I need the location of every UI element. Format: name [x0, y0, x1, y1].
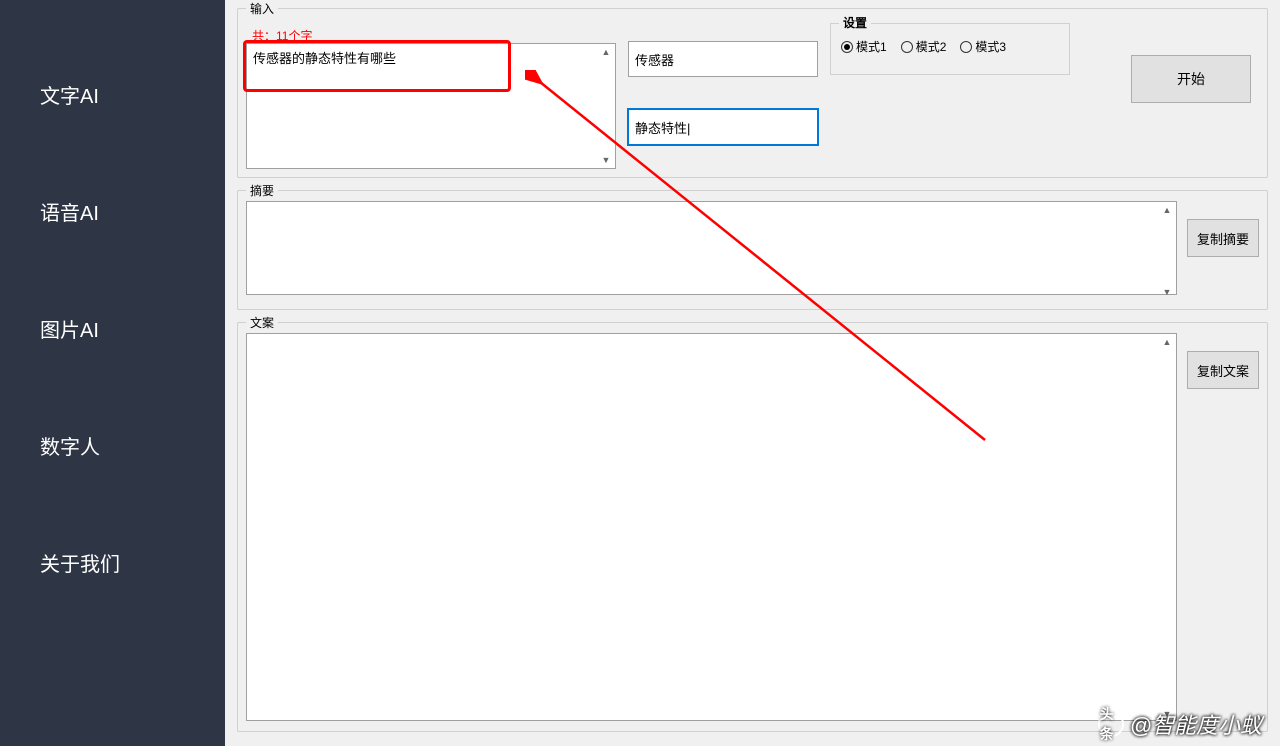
- settings-group-label: 设置: [839, 14, 871, 31]
- radio-icon: [841, 41, 853, 53]
- sidebar: 文字AI 语音AI 图片AI 数字人 关于我们: [0, 0, 225, 746]
- summary-group-label: 摘要: [246, 182, 278, 199]
- mode-2-radio[interactable]: 模式2: [901, 38, 947, 55]
- char-count-label: 共：11个字: [252, 27, 312, 44]
- sidebar-item-digital-human[interactable]: 数字人: [0, 411, 225, 480]
- content-group-label: 文案: [246, 314, 278, 331]
- scroll-down-icon[interactable]: ▼: [1160, 707, 1174, 721]
- sidebar-item-text-ai[interactable]: 文字AI: [0, 60, 225, 129]
- content-textarea[interactable]: [246, 333, 1177, 721]
- sidebar-item-image-ai[interactable]: 图片AI: [0, 294, 225, 363]
- input-group-label: 输入: [246, 0, 278, 17]
- mode-radio-row: 模式1 模式2 模式3: [841, 38, 1059, 55]
- keyword-input-2[interactable]: [628, 109, 818, 145]
- mode-1-radio[interactable]: 模式1: [841, 38, 887, 55]
- summary-textarea[interactable]: [246, 201, 1177, 295]
- scroll-down-icon[interactable]: ▼: [599, 153, 613, 167]
- copy-summary-button[interactable]: 复制摘要: [1187, 219, 1259, 257]
- main-input-wrap: ▲ ▼: [246, 43, 616, 169]
- keyword-inputs: [628, 19, 818, 169]
- copy-content-button[interactable]: 复制文案: [1187, 351, 1259, 389]
- main-panel: 输入 共：11个字 ▲ ▼ 设置 模式1: [225, 0, 1280, 746]
- main-input-textarea[interactable]: [246, 43, 616, 169]
- sidebar-item-about[interactable]: 关于我们: [0, 528, 225, 597]
- scroll-up-icon[interactable]: ▲: [1160, 203, 1174, 217]
- settings-group: 设置 模式1 模式2 模式3: [830, 23, 1070, 75]
- scroll-up-icon[interactable]: ▲: [599, 45, 613, 59]
- radio-label: 模式2: [916, 38, 947, 55]
- right-column: 设置 模式1 模式2 模式3: [830, 19, 1259, 169]
- sidebar-item-voice-ai[interactable]: 语音AI: [0, 177, 225, 246]
- summary-group: 摘要 ▲ ▼ 复制摘要: [237, 190, 1268, 310]
- start-button[interactable]: 开始: [1131, 55, 1251, 103]
- radio-label: 模式3: [975, 38, 1006, 55]
- content-group: 文案 ▲ ▼ 复制文案: [237, 322, 1268, 732]
- mode-3-radio[interactable]: 模式3: [960, 38, 1006, 55]
- scrollbar[interactable]: ▲ ▼: [599, 45, 614, 167]
- scroll-down-icon[interactable]: ▼: [1160, 285, 1174, 299]
- scroll-up-icon[interactable]: ▲: [1160, 335, 1174, 349]
- radio-label: 模式1: [856, 38, 887, 55]
- scrollbar[interactable]: ▲ ▼: [1160, 335, 1175, 721]
- scrollbar[interactable]: ▲ ▼: [1160, 203, 1175, 299]
- keyword-input-1[interactable]: [628, 41, 818, 77]
- radio-icon: [960, 41, 972, 53]
- input-group: 输入 共：11个字 ▲ ▼ 设置 模式1: [237, 8, 1268, 178]
- radio-icon: [901, 41, 913, 53]
